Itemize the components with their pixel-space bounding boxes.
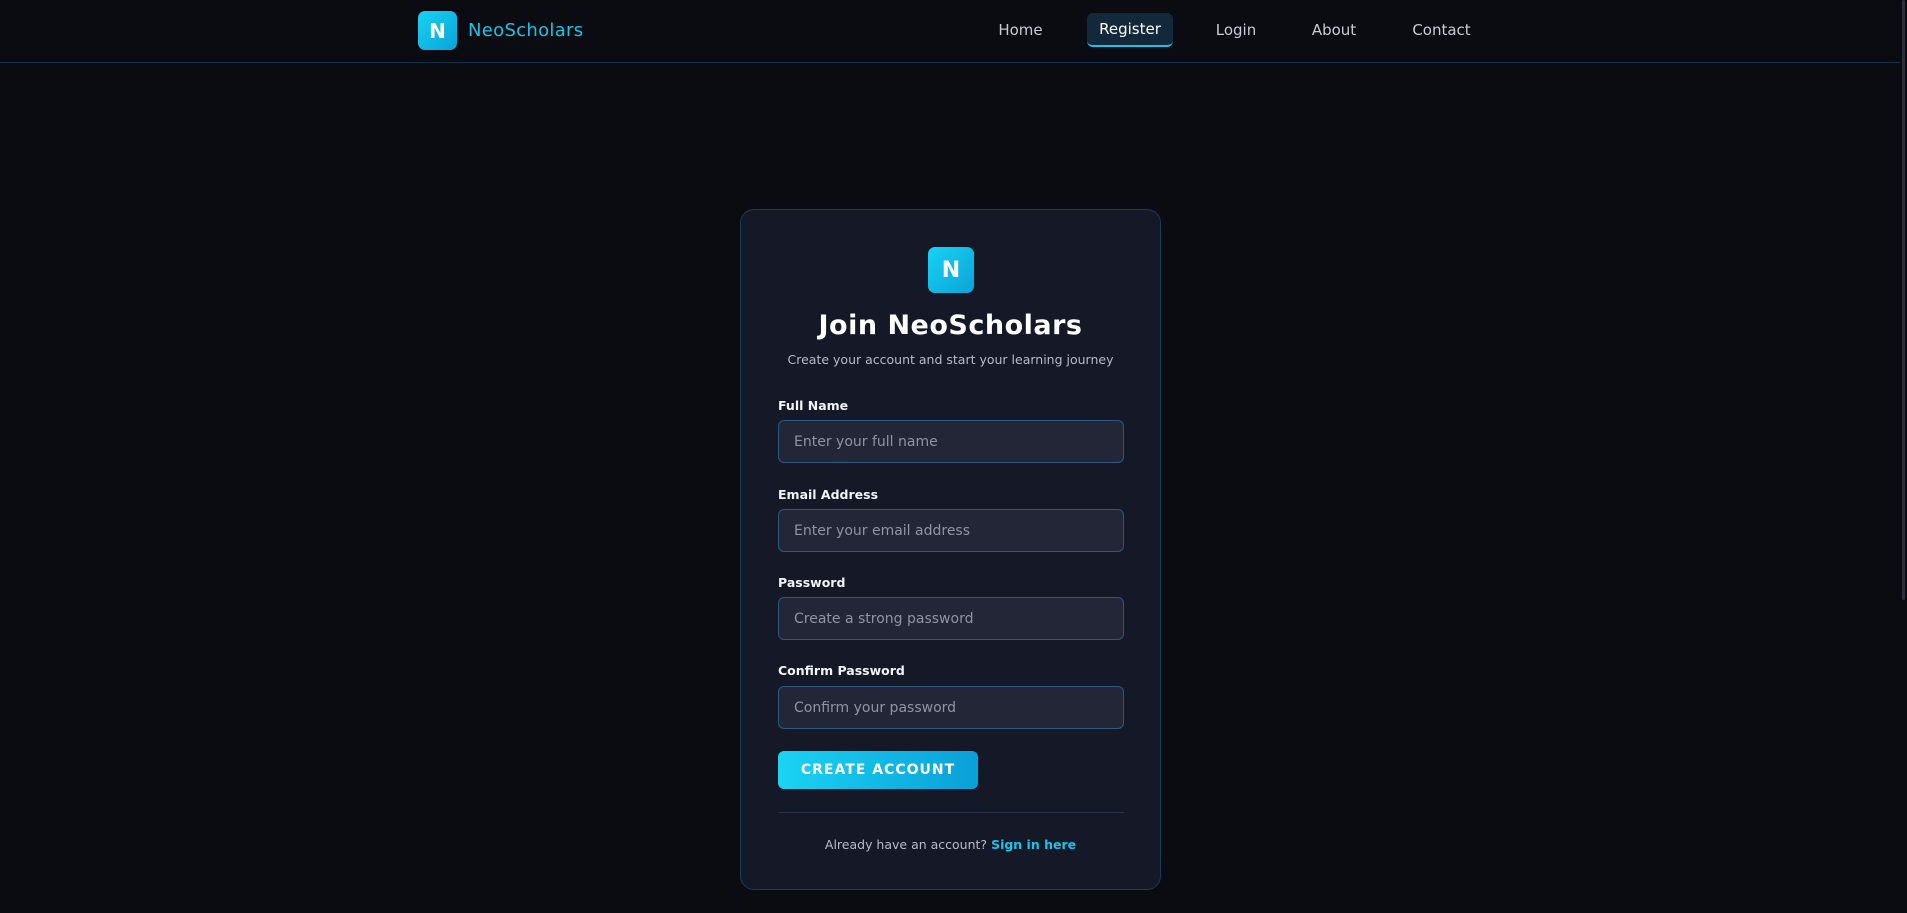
nav-item-about[interactable]: About xyxy=(1304,13,1364,47)
nav-item-login[interactable]: Login xyxy=(1206,13,1266,47)
sign-in-link[interactable]: Sign in here xyxy=(991,837,1076,852)
nav-item-register[interactable]: Register xyxy=(1087,13,1173,47)
password-input[interactable] xyxy=(778,597,1124,640)
confirm-password-input[interactable] xyxy=(778,686,1124,729)
full-name-label: Full Name xyxy=(778,398,849,413)
signin-prompt: Already have an account? Sign in here xyxy=(741,837,1160,852)
divider xyxy=(778,812,1124,813)
nav-item-home[interactable]: Home xyxy=(992,13,1049,47)
confirm-password-label: Confirm Password xyxy=(778,663,905,678)
brand[interactable]: N NeoScholars xyxy=(418,11,583,50)
email-input[interactable] xyxy=(778,509,1124,552)
signin-prompt-text: Already have an account? xyxy=(824,837,988,852)
page-subtitle: Create your account and start your learn… xyxy=(787,352,1114,367)
email-label: Email Address xyxy=(778,487,879,502)
page-scrollbar[interactable] xyxy=(1900,0,1907,913)
nav-item-contact[interactable]: Contact xyxy=(1405,13,1478,47)
page-title: Join NeoScholars xyxy=(818,310,1083,341)
brand-name[interactable]: NeoScholars xyxy=(468,20,583,41)
card-logo-icon: N xyxy=(928,247,974,293)
full-name-input[interactable] xyxy=(778,420,1124,463)
register-card: N Join NeoScholars Create your account a… xyxy=(740,209,1161,890)
password-label: Password xyxy=(778,575,846,590)
create-account-button[interactable]: Create Account xyxy=(778,751,978,789)
scrollbar-thumb[interactable] xyxy=(1902,0,1905,600)
brand-logo-icon[interactable]: N xyxy=(418,11,457,50)
top-nav-bar: N NeoScholars Home Register Login About … xyxy=(0,0,1907,63)
